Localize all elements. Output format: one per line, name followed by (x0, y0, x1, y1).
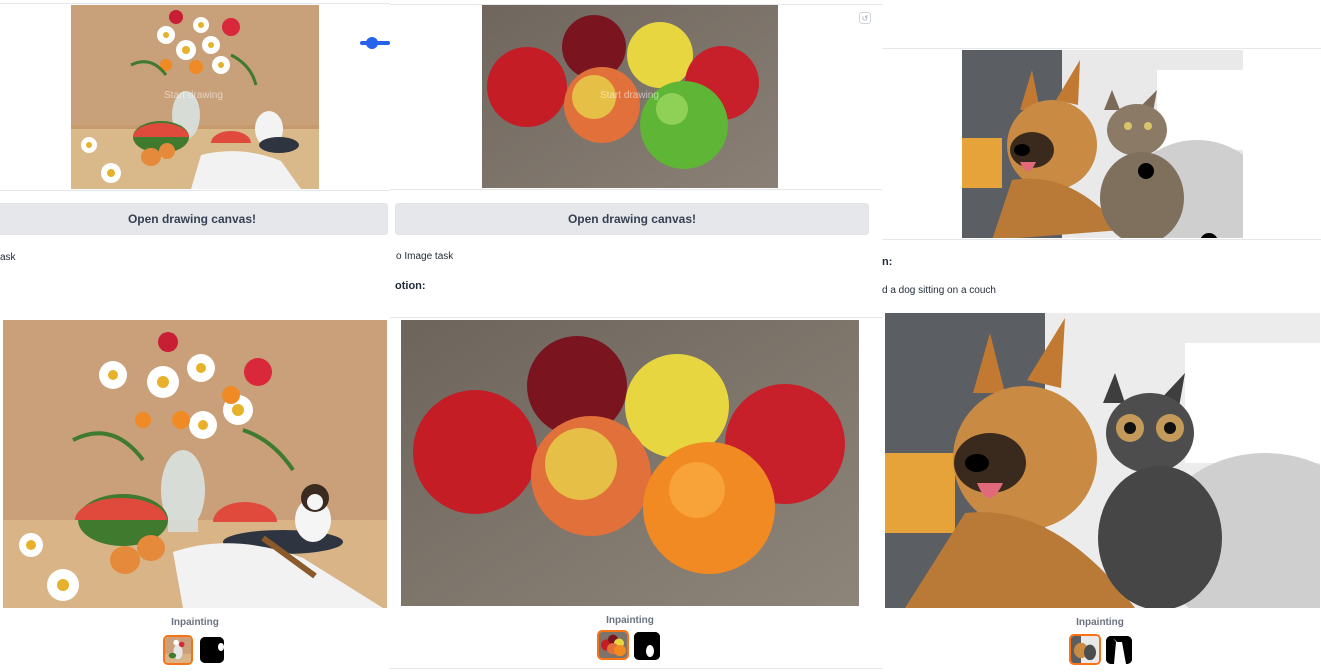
divider (882, 48, 1321, 49)
brush-size-slider[interactable] (358, 36, 390, 50)
open-drawing-canvas-button[interactable]: Open drawing canvas! (0, 203, 388, 235)
gallery-thumbnail-mask[interactable] (1106, 636, 1132, 664)
output-image (885, 313, 1320, 608)
section-label: n: (882, 256, 893, 268)
input-image-canvas[interactable] (962, 50, 1243, 238)
divider (0, 3, 390, 4)
divider (390, 668, 882, 669)
gallery-thumbnail-mask[interactable] (634, 632, 660, 660)
output-image (401, 320, 859, 606)
gallery-thumbnail-output[interactable] (1069, 634, 1101, 665)
gallery-caption: Inpainting (606, 615, 654, 626)
gallery-thumbnail-output[interactable] (163, 635, 193, 665)
canvas-overlay-text: Start drawing (600, 90, 659, 101)
panel-dog-cat: n: d a dog sitting on a couch Inpainting (882, 0, 1321, 672)
canvas-overlay-text: Start drawing (164, 90, 223, 101)
task-label: o Image task (396, 251, 454, 262)
prompt-text: d a dog sitting on a couch (882, 285, 996, 296)
task-label: ask (0, 252, 16, 263)
divider (390, 317, 882, 318)
panel-apples: Start drawing ↺ Open drawing canvas! o I… (390, 0, 882, 672)
screenshot-composite: Start drawing Open drawing canvas! ask I… (0, 0, 1321, 672)
slider-thumb[interactable] (366, 37, 378, 49)
divider (390, 189, 882, 190)
section-label: otion: (395, 280, 426, 292)
divider (0, 190, 390, 191)
gallery-thumbnail-mask[interactable] (200, 637, 224, 663)
gallery-caption: Inpainting (1076, 617, 1124, 628)
open-drawing-canvas-button[interactable]: Open drawing canvas! (395, 203, 869, 235)
gallery-thumbnail-output[interactable] (597, 630, 629, 660)
divider (882, 239, 1321, 240)
panel-still-life: Start drawing Open drawing canvas! ask I… (0, 0, 390, 672)
gallery-caption: Inpainting (171, 617, 219, 628)
output-image (3, 320, 387, 608)
undo-icon[interactable]: ↺ (859, 12, 871, 24)
